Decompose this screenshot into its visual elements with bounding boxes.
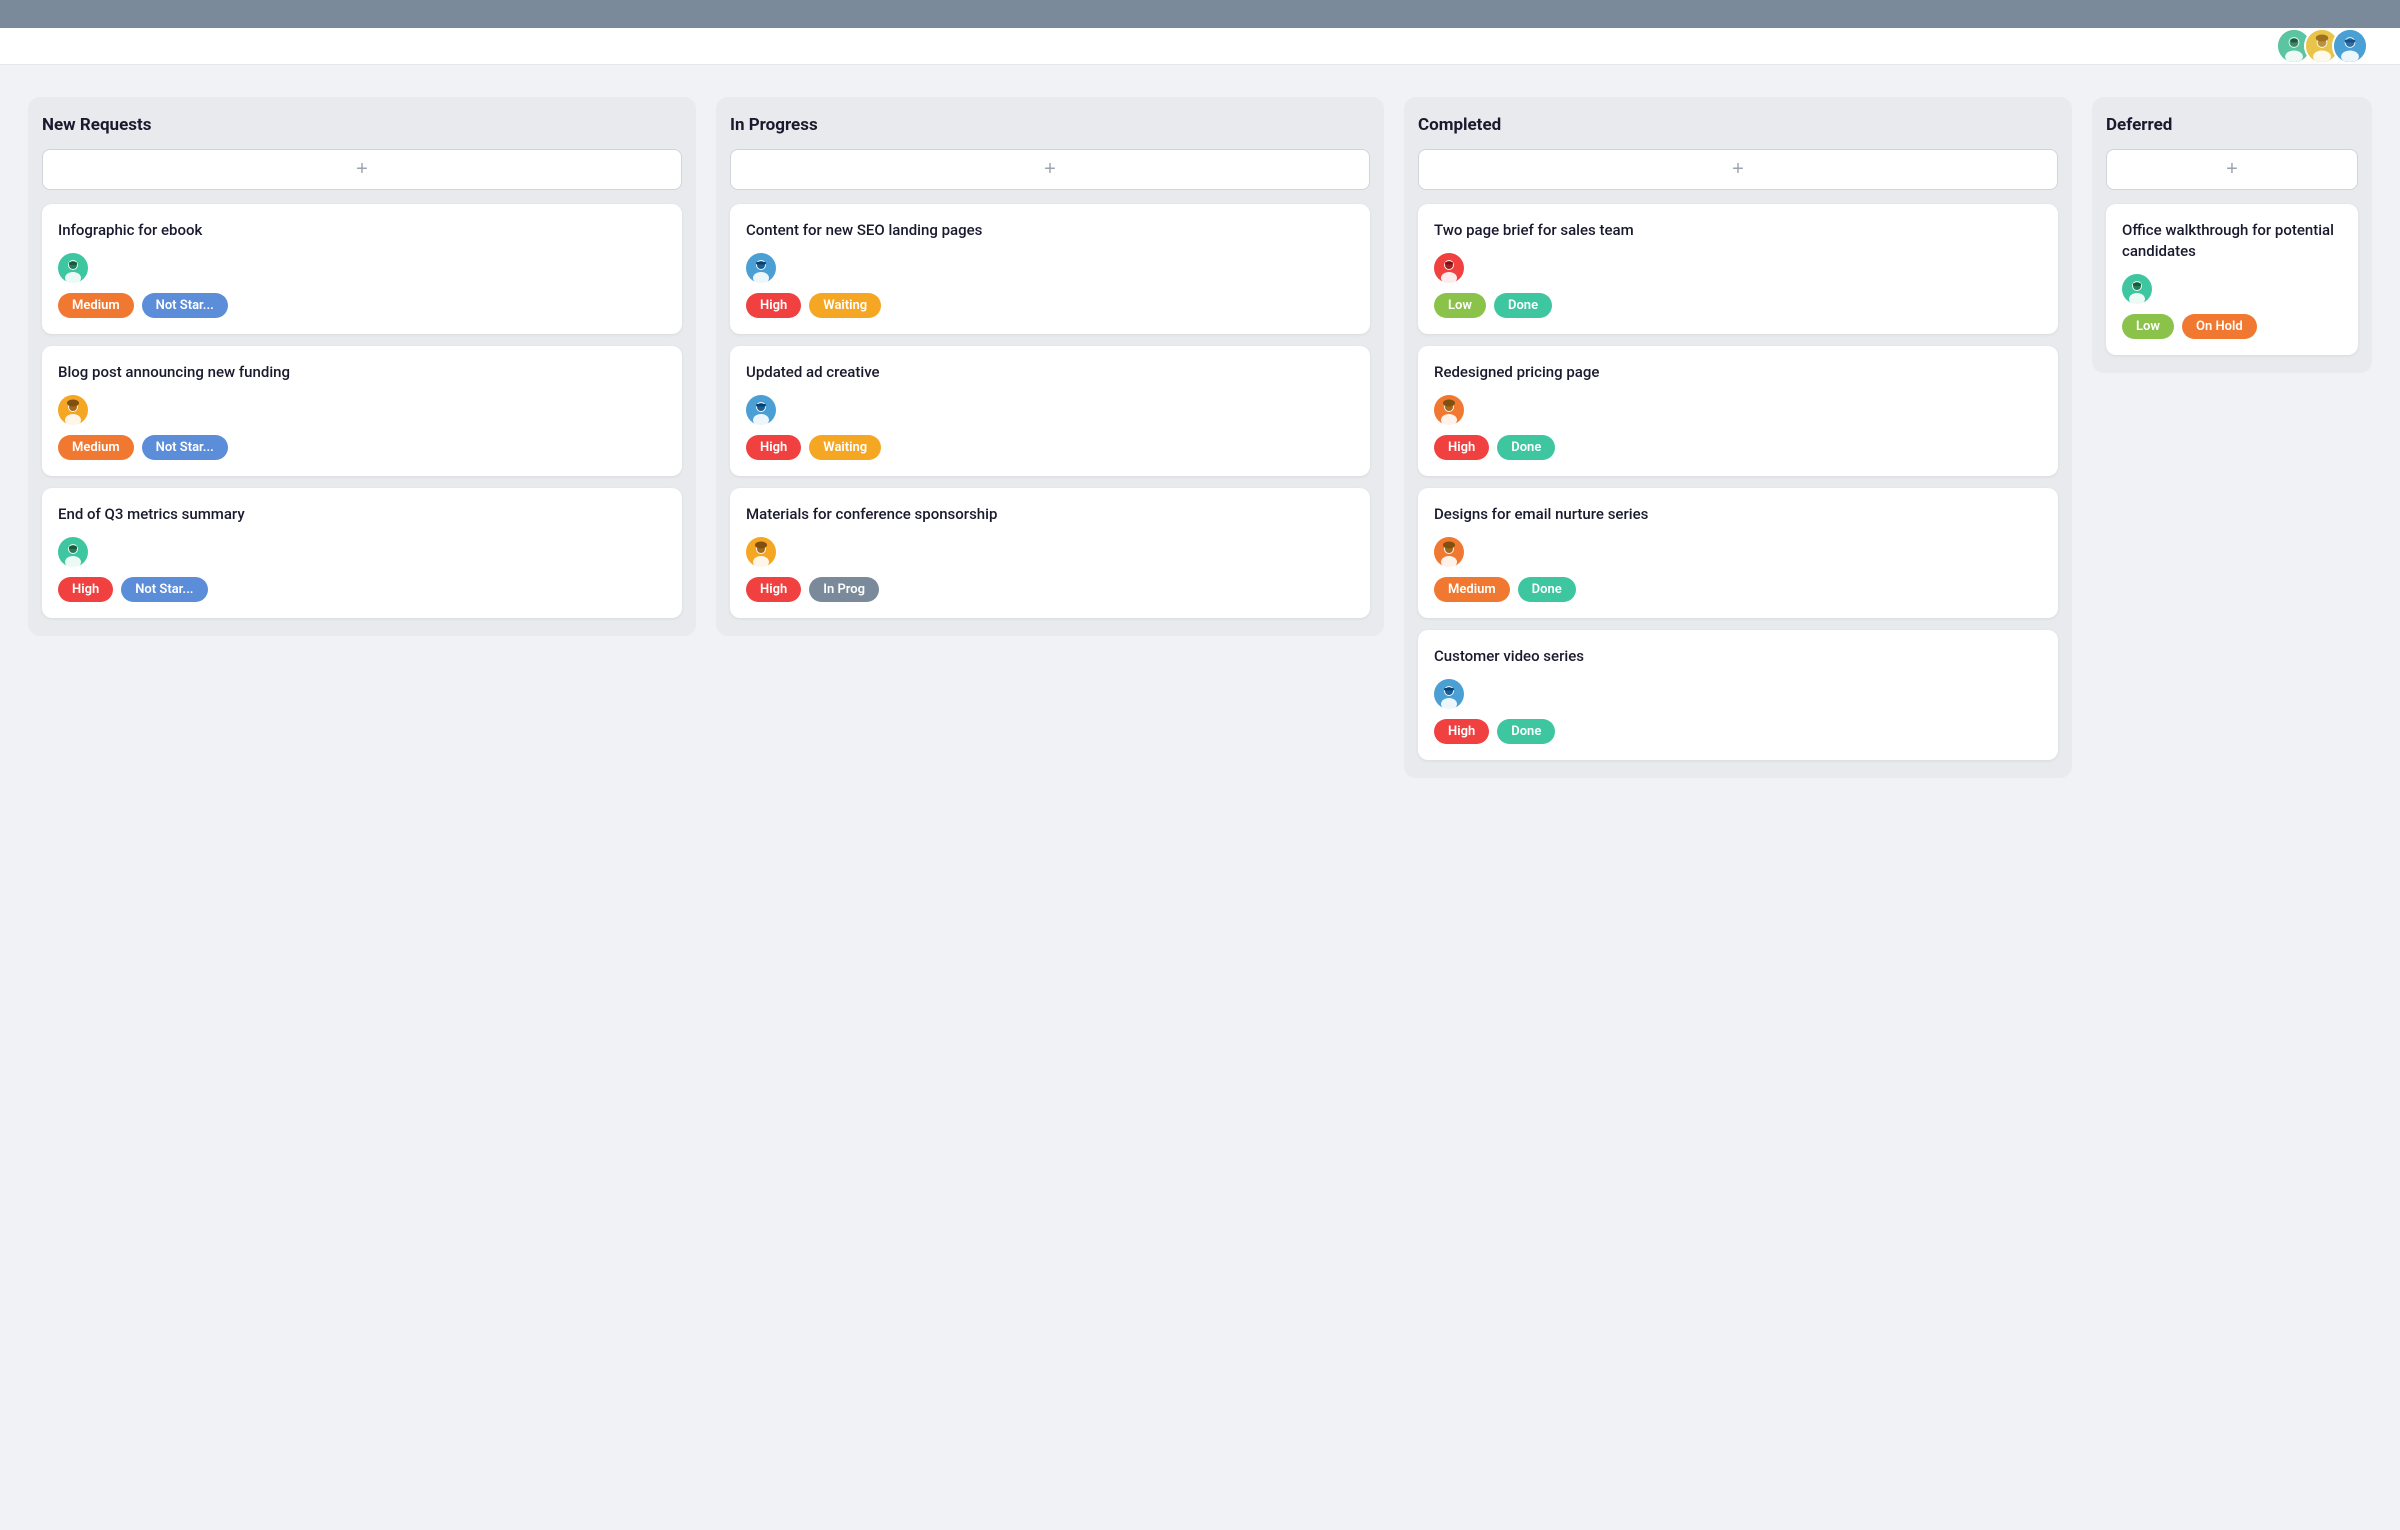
badge-done-card-9: Done [1518,577,1576,602]
card-title-card-9: Designs for email nurture series [1434,504,2042,525]
add-card-button-new-requests[interactable]: + [42,149,682,190]
card-badges-card-5: High Waiting [746,435,1354,460]
card-badges-card-3: High Not Star... [58,577,666,602]
card-badges-card-7: Low Done [1434,293,2042,318]
badge-low-card-7: Low [1434,293,1486,318]
card-card-9[interactable]: Designs for email nurture series Medium Do… [1418,488,2058,618]
card-title-card-11: Office walkthrough for potential candida… [2122,220,2342,262]
badge-high-card-8: High [1434,435,1489,460]
card-card-6[interactable]: Materials for conference sponsorship High… [730,488,1370,618]
card-avatar-card-6 [746,537,776,567]
column-title-new-requests: New Requests [42,115,682,135]
badge-in-progress-card-6: In Prog [809,577,879,602]
column-title-completed: Completed [1418,115,2058,135]
card-avatar-card-9 [1434,537,1464,567]
card-title-card-3: End of Q3 metrics summary [58,504,666,525]
badge-high-card-5: High [746,435,801,460]
card-avatar-card-7 [1434,253,1464,283]
card-avatar-card-11 [2122,274,2152,304]
column-title-in-progress: In Progress [730,115,1370,135]
badge-medium-card-1: Medium [58,293,134,318]
card-avatar-card-3 [58,537,88,567]
column-new-requests: New Requests + Infographic for ebook Medium… [28,97,696,636]
badge-medium-card-9: Medium [1434,577,1510,602]
column-completed: Completed + Two page brief for sales team L… [1404,97,2072,778]
column-in-progress: In Progress + Content for new SEO landing … [716,97,1384,636]
card-title-card-7: Two page brief for sales team [1434,220,2042,241]
badge-medium-card-2: Medium [58,435,134,460]
card-title-card-1: Infographic for ebook [58,220,666,241]
card-avatar-card-2 [58,395,88,425]
header [0,28,2400,65]
card-avatar-card-8 [1434,395,1464,425]
board: New Requests + Infographic for ebook Medium… [0,65,2400,810]
card-card-4[interactable]: Content for new SEO landing pages High Wai… [730,204,1370,334]
badge-high-card-3: High [58,577,113,602]
card-badges-card-9: Medium Done [1434,577,2042,602]
card-title-card-10: Customer video series [1434,646,2042,667]
card-avatar-card-4 [746,253,776,283]
badge-not-started-card-1: Not Star... [142,293,228,318]
card-card-2[interactable]: Blog post announcing new funding Medium No… [42,346,682,476]
card-card-7[interactable]: Two page brief for sales team Low Done [1418,204,2058,334]
add-card-button-completed[interactable]: + [1418,149,2058,190]
add-card-button-deferred[interactable]: + [2106,149,2358,190]
badge-high-card-6: High [746,577,801,602]
card-title-card-6: Materials for conference sponsorship [746,504,1354,525]
card-card-10[interactable]: Customer video series High Done [1418,630,2058,760]
card-card-3[interactable]: End of Q3 metrics summary High Not Star... [42,488,682,618]
badge-waiting-card-5: Waiting [809,435,881,460]
header-avatars [2276,28,2368,64]
card-title-card-5: Updated ad creative [746,362,1354,383]
column-title-deferred: Deferred [2106,115,2358,135]
badge-done-card-7: Done [1494,293,1552,318]
badge-high-card-10: High [1434,719,1489,744]
card-badges-card-6: High In Prog [746,577,1354,602]
card-card-8[interactable]: Redesigned pricing page High Done [1418,346,2058,476]
badge-done-card-8: Done [1497,435,1555,460]
card-badges-card-1: Medium Not Star... [58,293,666,318]
card-card-5[interactable]: Updated ad creative High Waiting [730,346,1370,476]
badge-not-started-card-2: Not Star... [142,435,228,460]
badge-low-card-11: Low [2122,314,2174,339]
top-bar [0,0,2400,28]
card-badges-card-10: High Done [1434,719,2042,744]
card-title-card-4: Content for new SEO landing pages [746,220,1354,241]
badge-not-started-card-3: Not Star... [121,577,207,602]
add-card-button-in-progress[interactable]: + [730,149,1370,190]
card-badges-card-8: High Done [1434,435,2042,460]
card-badges-card-11: Low On Hold [2122,314,2342,339]
badge-waiting-card-4: Waiting [809,293,881,318]
column-deferred: Deferred + Office walkthrough for potentia… [2092,97,2372,373]
card-card-11[interactable]: Office walkthrough for potential candida… [2106,204,2358,355]
badge-done-card-10: Done [1497,719,1555,744]
card-card-1[interactable]: Infographic for ebook Medium Not Star... [42,204,682,334]
card-avatar-card-1 [58,253,88,283]
card-badges-card-4: High Waiting [746,293,1354,318]
card-title-card-2: Blog post announcing new funding [58,362,666,383]
card-avatar-card-5 [746,395,776,425]
badge-high-card-4: High [746,293,801,318]
badge-on-hold-card-11: On Hold [2182,314,2257,339]
header-avatar-3[interactable] [2332,28,2368,64]
card-avatar-card-10 [1434,679,1464,709]
card-badges-card-2: Medium Not Star... [58,435,666,460]
card-title-card-8: Redesigned pricing page [1434,362,2042,383]
